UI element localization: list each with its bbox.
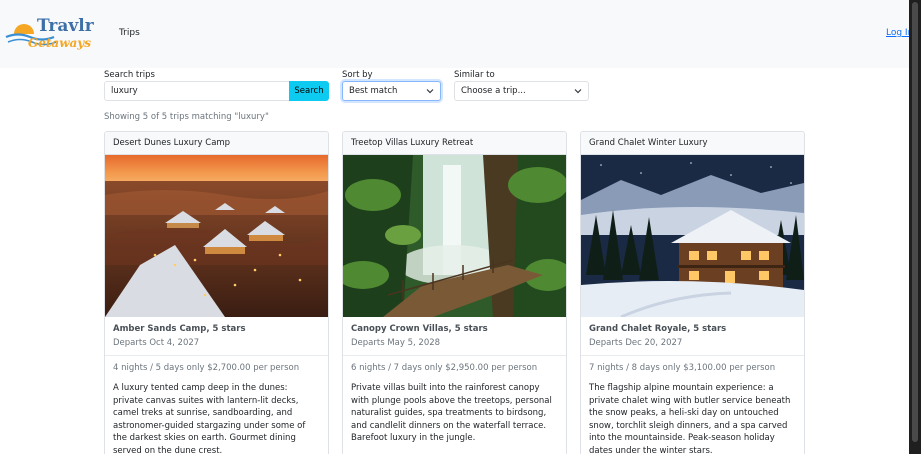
card-image-desert-camp[interactable] (105, 155, 328, 317)
sort-select[interactable]: Best match (342, 81, 441, 101)
card-description: The flagship alpine mountain experience:… (589, 383, 791, 454)
card-divider (581, 355, 804, 356)
sun-icon (14, 24, 34, 34)
trip-card[interactable]: Grand Chalet Winter Luxury Grand Chalet … (580, 131, 805, 454)
brand-logo[interactable]: Travlr Getaways (4, 12, 104, 52)
similar-select[interactable]: Choose a trip... (454, 81, 589, 101)
chevron-down-icon (426, 89, 434, 94)
card-price: 6 nights / 7 days only $2,950.00 per per… (351, 363, 538, 373)
card-header: Desert Dunes Luxury Camp (105, 132, 328, 155)
results-status: Showing 5 of 5 trips matching "luxury" (104, 112, 269, 122)
card-title: Amber Sands Camp, 5 stars (113, 324, 246, 334)
chevron-down-icon (574, 89, 582, 94)
card-header: Treetop Villas Luxury Retreat (343, 132, 566, 155)
card-description: Private villas built into the rainforest… (351, 383, 552, 443)
scrollbar-thumb[interactable] (912, 2, 918, 442)
trip-card[interactable]: Treetop Villas Luxury Retreat Canopy Cro… (342, 131, 567, 454)
card-divider (105, 355, 328, 356)
search-label: Search trips (104, 70, 155, 80)
navbar: Travlr Getaways Trips Log In (0, 0, 913, 68)
card-divider (343, 355, 566, 356)
similar-select-value: Choose a trip... (461, 86, 526, 96)
card-departure: Departs Oct 4, 2027 (113, 338, 200, 348)
search-input[interactable]: luxury (104, 81, 290, 101)
sort-select-value: Best match (349, 86, 398, 96)
card-title: Grand Chalet Royale, 5 stars (589, 324, 727, 334)
card-departure: Departs May 5, 2028 (351, 338, 441, 348)
card-title: Canopy Crown Villas, 5 stars (351, 324, 488, 334)
sort-label: Sort by (342, 70, 373, 80)
card-description: A luxury tented camp deep in the dunes: … (113, 383, 306, 454)
card-header: Grand Chalet Winter Luxury (581, 132, 804, 155)
card-image-treetop-villas[interactable] (343, 155, 566, 317)
card-price: 4 nights / 5 days only $2,700.00 per per… (113, 363, 300, 373)
similar-label: Similar to (454, 70, 495, 80)
card-departure: Departs Dec 20, 2027 (589, 338, 683, 348)
card-price: 7 nights / 8 days only $3,100.00 per per… (589, 363, 776, 373)
search-button[interactable]: Search (289, 81, 329, 101)
page-scrollbar[interactable] (909, 0, 921, 454)
card-image-grand-chalet[interactable] (581, 155, 804, 317)
brand-bottom-text: Getaways (28, 36, 91, 50)
nav-trips-link[interactable]: Trips (119, 28, 140, 38)
brand-top-text: Travlr (37, 16, 95, 36)
trip-card[interactable]: Desert Dunes Luxury Camp Amber Sands Cam… (104, 131, 329, 454)
